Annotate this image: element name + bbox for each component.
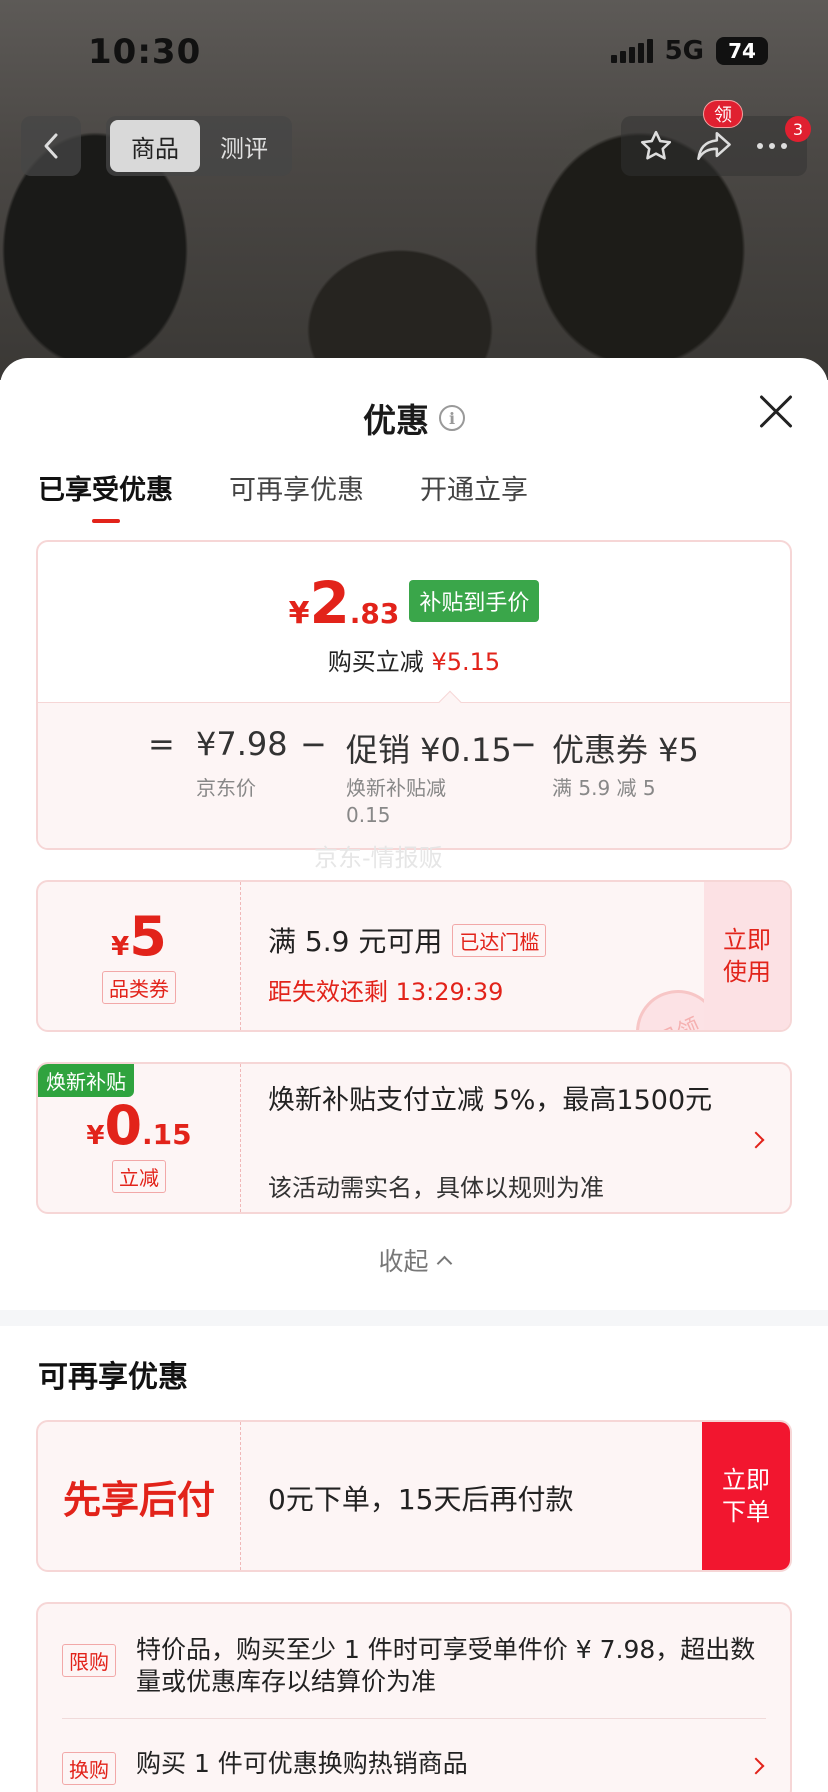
battery-icon: 74 xyxy=(716,37,768,65)
coupon-condition-text: 满 5.9 元可用 xyxy=(268,925,443,958)
coupon-amount: ¥ 5 xyxy=(111,904,167,968)
coupon-divider xyxy=(240,882,241,1030)
chevron-left-icon xyxy=(44,133,58,159)
status-time: 10:30 xyxy=(88,32,202,72)
limit-tag: 限购 xyxy=(62,1644,116,1677)
star-icon xyxy=(640,130,672,160)
info-icon[interactable]: i xyxy=(439,405,465,431)
pay-later-card: 先享后付 0元下单，15天后再付款 立即下单 xyxy=(36,1420,792,1572)
chevron-up-icon xyxy=(436,1255,452,1271)
reduction-label: 购买立减 xyxy=(327,648,424,676)
currency-symbol: ¥ xyxy=(111,931,130,962)
pay-later-divider xyxy=(240,1422,241,1570)
section-divider xyxy=(0,1310,828,1326)
jd-price-label: 京东价 xyxy=(196,776,256,800)
reduction-value: ¥5.15 xyxy=(431,648,501,676)
coupon-details: 满 5.9 元可用 已达门槛 距失效还剩 13:29:39 xyxy=(268,920,547,1007)
final-price-row: ¥ 2 .83 补贴到手价 xyxy=(38,574,790,632)
coupon-label: 满 5.9 减 5 xyxy=(552,776,656,800)
exchange-rule-text[interactable]: 购买 1 件可优惠换购热销商品 xyxy=(136,1748,468,1780)
coupon-amount: 优惠券 ¥5 xyxy=(552,731,699,769)
network-type: 5G xyxy=(664,36,704,66)
chevron-right-icon[interactable] xyxy=(747,1131,765,1149)
equals-sign: = xyxy=(148,725,175,763)
subsidy-note: 该活动需实名，具体以规则为准 xyxy=(268,1174,604,1202)
use-coupon-button[interactable]: 立即使用 xyxy=(704,882,790,1030)
price-decimal: .83 xyxy=(349,597,400,630)
price-breakdown: = ¥7.98 京东价 − 促销 ¥0.15 焕新补贴减 0.15 − 优惠券 … xyxy=(38,702,790,848)
instant-reduction: 购买立减 ¥5.15 xyxy=(38,642,790,677)
tab-product[interactable]: 商品 xyxy=(110,120,200,172)
subsidy-price-tag: 补贴到手价 xyxy=(409,580,540,622)
collapse-label: 收起 xyxy=(378,1247,429,1276)
subsidy-value: ¥ 0 .15 立减 xyxy=(38,1064,240,1212)
share-button[interactable] xyxy=(689,121,739,171)
price-integer: 2 xyxy=(309,569,350,637)
message-count-badge: 3 xyxy=(785,116,811,142)
chevron-right-icon[interactable] xyxy=(747,1757,765,1775)
sheet-title: 优惠 xyxy=(363,401,429,440)
product-view-tabs: 商品 测评 xyxy=(106,116,292,176)
coupon-amount-value: 5 xyxy=(129,904,167,968)
subsidy-divider xyxy=(240,1064,241,1212)
rule-divider xyxy=(62,1718,766,1719)
more-discounts-heading: 可再享优惠 xyxy=(38,1360,188,1395)
back-button[interactable] xyxy=(21,116,81,176)
order-now-button[interactable]: 立即下单 xyxy=(702,1422,790,1570)
share-icon xyxy=(697,131,731,161)
jd-price: ¥7.98 xyxy=(196,725,288,763)
price-summary-card: ¥ 2 .83 补贴到手价 购买立减 ¥5.15 = ¥7.98 京东价 − 促… xyxy=(36,540,792,850)
coupon-condition: 满 5.9 元可用 已达门槛 xyxy=(268,920,547,960)
threshold-reached-tag: 已达门槛 xyxy=(452,923,547,957)
purchase-rules-card: 限购 特价品，购买至少 1 件时可享受单件价 ¥ 7.98，超出数量或优惠库存以… xyxy=(36,1602,792,1792)
coupon-badge[interactable]: 领 xyxy=(703,100,743,128)
signal-icon xyxy=(610,39,653,63)
subsidy-type-tag: 立减 xyxy=(112,1159,166,1193)
subsidy-amount-decimal: .15 xyxy=(142,1117,192,1151)
tab-review[interactable]: 测评 xyxy=(200,120,288,172)
currency-symbol: ¥ xyxy=(86,1120,105,1151)
discount-sheet: 优惠 i 已享受优惠 可再享优惠 开通立享 ¥ 2 .83 补贴到手价 购买立减… xyxy=(0,358,828,1792)
close-icon[interactable] xyxy=(758,394,794,430)
pay-later-title: 先享后付 xyxy=(62,1477,215,1522)
favorite-button[interactable] xyxy=(631,121,681,171)
exchange-tag: 换购 xyxy=(62,1752,116,1785)
coupon-value: ¥ 5 品类券 xyxy=(38,882,240,1030)
limit-rule-text: 特价品，购买至少 1 件时可享受单件价 ¥ 7.98，超出数量或优惠库存以结算价… xyxy=(136,1635,756,1696)
final-price: ¥ 2 .83 xyxy=(289,574,400,632)
category-coupon-card: ¥ 5 品类券 满 5.9 元可用 已达门槛 距失效还剩 13:29:39 已领… xyxy=(36,880,792,1032)
currency-symbol: ¥ xyxy=(288,596,310,631)
minus-sign: − xyxy=(300,725,327,763)
minus-sign: − xyxy=(510,725,537,763)
discount-tabs: 已享受优惠 可再享优惠 开通立享 xyxy=(38,468,528,523)
promo-amount: 促销 ¥0.15 xyxy=(346,731,512,769)
tab-more-discounts[interactable]: 可再享优惠 xyxy=(229,468,364,507)
status-indicators: 5G 74 xyxy=(610,36,768,66)
promo-label: 焕新补贴减 0.15 xyxy=(346,776,446,827)
tab-enjoyed-discounts[interactable]: 已享受优惠 xyxy=(38,468,173,523)
subsidy-amount-integer: 0 xyxy=(104,1093,143,1157)
coupon-type-tag: 品类券 xyxy=(102,970,176,1004)
tab-activate-discounts[interactable]: 开通立享 xyxy=(420,468,528,507)
watermark-text: 京东-情报贩 xyxy=(314,844,443,872)
pay-later-description: 0元下单，15天后再付款 xyxy=(268,1483,574,1516)
subsidy-card[interactable]: 焕新补贴 ¥ 0 .15 立减 焕新补贴支付立减 5%，最高1500元 该活动需… xyxy=(36,1062,792,1214)
collapse-button[interactable]: 收起 xyxy=(0,1242,828,1278)
sheet-header: 优惠 i xyxy=(0,394,828,442)
more-icon xyxy=(757,143,787,149)
subsidy-description: 焕新补贴支付立减 5%，最高1500元 xyxy=(268,1085,713,1116)
coupon-countdown: 距失效还剩 13:29:39 xyxy=(268,978,504,1006)
subsidy-amount: ¥ 0 .15 xyxy=(86,1093,192,1157)
